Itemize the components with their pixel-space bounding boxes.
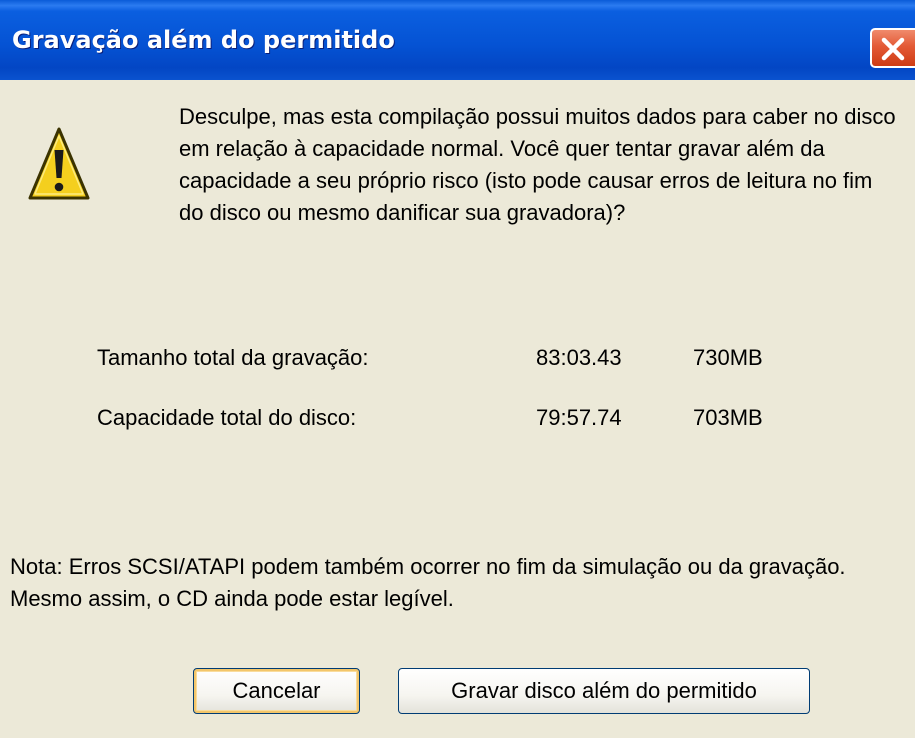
close-button[interactable]	[870, 28, 915, 68]
close-icon	[881, 37, 905, 61]
cancel-button[interactable]: Cancelar	[193, 668, 360, 714]
total-size-label: Tamanho total da gravação:	[97, 345, 369, 370]
total-size-time: 83:03.43	[536, 345, 622, 370]
title-bar[interactable]: Gravação além do permitido	[0, 0, 915, 80]
disc-capacity-mb: 703MB	[693, 405, 763, 430]
disc-capacity-time: 79:57.74	[536, 405, 622, 430]
dialog-window: Gravação além do permitido Desculpe, mas…	[0, 0, 915, 738]
burn-overburn-button[interactable]: Gravar disco além do permitido	[398, 668, 810, 714]
note-text: Nota: Erros SCSI/ATAPI podem também ocor…	[10, 554, 846, 611]
disc-capacity-label: Capacidade total do disco:	[97, 405, 357, 430]
warning-icon	[28, 127, 90, 200]
total-size-mb: 730MB	[693, 345, 763, 370]
window-title: Gravação além do permitido	[12, 26, 395, 54]
warning-message: Desculpe, mas esta compilação possui mui…	[179, 104, 896, 225]
